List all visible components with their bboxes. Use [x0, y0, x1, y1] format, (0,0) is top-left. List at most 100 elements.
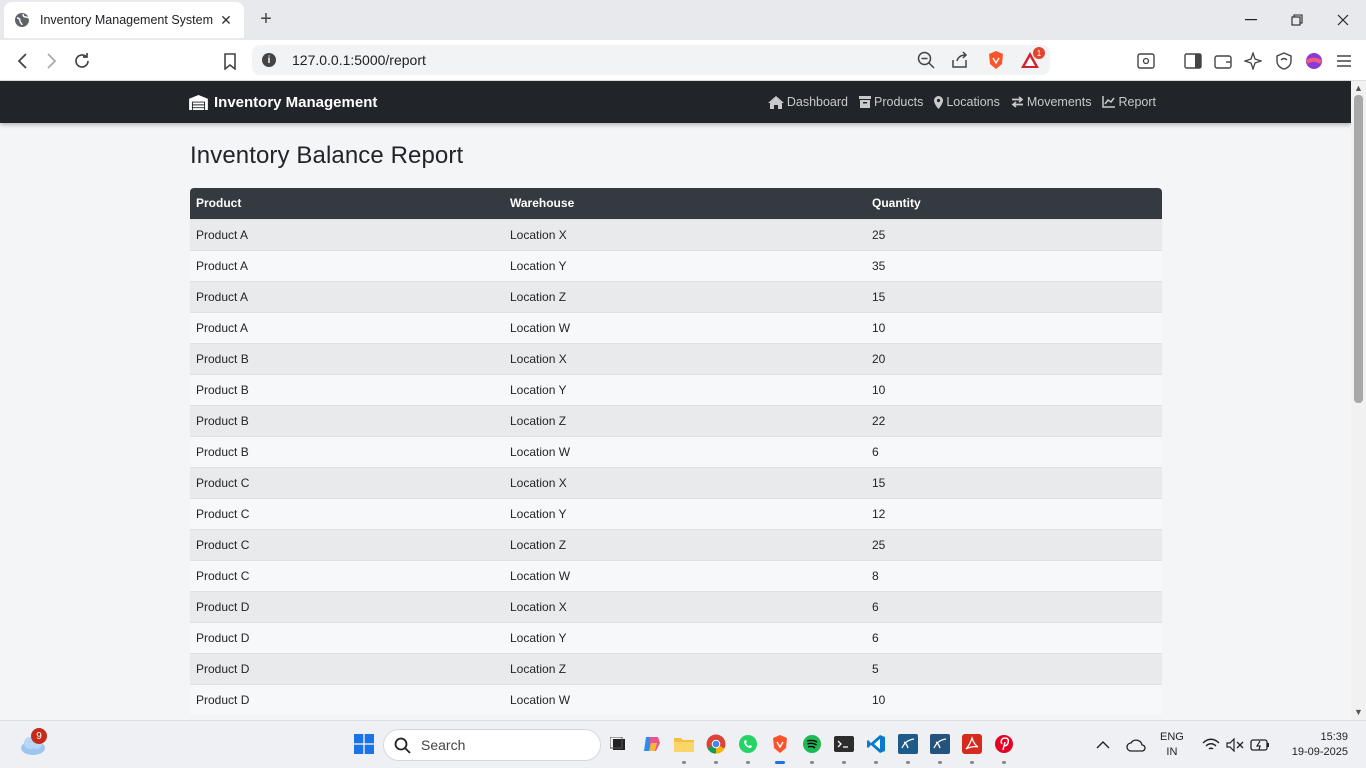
nav-locations-label: Locations	[946, 95, 1000, 109]
page-scrollbar[interactable]: ▲ ▼	[1351, 81, 1366, 720]
nav-movements[interactable]: Movements	[1011, 95, 1092, 109]
new-tab-button[interactable]: +	[256, 9, 276, 30]
zoom-out-icon[interactable]	[916, 50, 936, 70]
table-row: Product D Location Y6	[190, 621, 1162, 653]
column-header-product: Product	[190, 188, 504, 219]
search-icon	[394, 737, 411, 754]
nav-products[interactable]: Products	[859, 95, 923, 109]
vscode-icon[interactable]	[865, 733, 887, 755]
copilot-icon[interactable]	[641, 733, 663, 755]
menu-icon[interactable]	[1333, 50, 1355, 72]
running-indicator	[874, 761, 878, 764]
reader-mode-icon[interactable]	[1135, 50, 1157, 72]
leo-ai-icon[interactable]	[1242, 50, 1264, 72]
table-row: Product C Location W8	[190, 559, 1162, 591]
spotify-icon[interactable]	[801, 733, 823, 755]
cell-product: Product B	[190, 373, 504, 405]
table-header-row: Product Warehouse Quantity	[190, 188, 1162, 219]
profile-avatar-icon[interactable]	[1303, 50, 1325, 72]
cell-warehouse: Location Z	[504, 652, 866, 684]
language-indicator[interactable]: ENG IN	[1160, 730, 1184, 760]
address-bar[interactable]: i 127.0.0.1:5000/report 1	[252, 45, 1050, 75]
brave-shields-icon[interactable]	[986, 50, 1006, 70]
scroll-up-arrow-icon[interactable]: ▲	[1354, 84, 1363, 93]
running-indicator	[746, 761, 750, 764]
nav-dashboard[interactable]: Dashboard	[767, 95, 848, 109]
cell-product: Product D	[190, 683, 504, 715]
table-row: Product A Location X 25	[190, 218, 1162, 250]
pinterest-icon[interactable]	[993, 733, 1015, 755]
cell-quantity: 22	[866, 404, 1162, 436]
task-view-icon[interactable]	[607, 733, 629, 755]
volume-muted-icon[interactable]	[1226, 721, 1244, 768]
cell-product: Product C	[190, 466, 504, 498]
battery-charging-icon[interactable]	[1250, 721, 1270, 768]
cell-warehouse: Location Y	[504, 497, 866, 529]
table-row: Product B Location Z 22	[190, 404, 1162, 436]
navbar-brand[interactable]: Inventory Management	[189, 81, 377, 123]
running-indicator	[714, 761, 718, 764]
cell-quantity: 25	[866, 218, 1162, 250]
column-header-warehouse: Warehouse	[504, 188, 866, 219]
close-window-icon[interactable]	[1320, 0, 1366, 40]
home-icon	[767, 95, 784, 109]
nav-products-label: Products	[874, 95, 924, 109]
chart-line-icon	[1102, 96, 1116, 108]
reload-icon[interactable]	[71, 50, 93, 72]
chrome-icon[interactable]	[705, 733, 727, 755]
nav-links: Dashboard Products Locations Movements R…	[757, 81, 1156, 123]
browser-tab-active[interactable]: Inventory Management System ✕	[4, 2, 244, 38]
terminal-icon[interactable]	[833, 733, 855, 755]
nav-report[interactable]: Report	[1102, 95, 1156, 109]
mysql-workbench-icon[interactable]	[897, 733, 919, 755]
cell-quantity: 10	[866, 683, 1162, 715]
taskbar-clock[interactable]: 15:39 19-09-2025	[1282, 730, 1348, 760]
cell-warehouse: Location Z	[504, 404, 866, 436]
mysql-workbench-2-icon[interactable]	[929, 733, 951, 755]
nav-locations[interactable]: Locations	[934, 95, 1000, 109]
share-icon[interactable]	[950, 50, 970, 70]
bookmark-icon[interactable]	[219, 50, 241, 72]
cell-quantity: 35	[866, 249, 1162, 281]
cell-quantity: 15	[866, 466, 1162, 498]
file-explorer-icon[interactable]	[673, 733, 695, 755]
close-tab-icon[interactable]: ✕	[218, 12, 234, 28]
restore-icon[interactable]	[1274, 0, 1320, 40]
cell-warehouse: Location W	[504, 311, 866, 343]
site-info-icon[interactable]: i	[262, 53, 276, 67]
cell-warehouse: Location Y	[504, 249, 866, 281]
wallet-icon[interactable]	[1212, 50, 1234, 72]
whatsapp-icon[interactable]	[737, 733, 759, 755]
nav-movements-label: Movements	[1026, 95, 1092, 109]
back-icon[interactable]	[11, 50, 33, 72]
sidebar-icon[interactable]	[1182, 50, 1204, 72]
cell-warehouse: Location X	[504, 218, 866, 250]
browser-toolbar: i 127.0.0.1:5000/report 1	[0, 40, 1366, 81]
running-indicator	[1002, 761, 1006, 764]
taskbar-search[interactable]: Search	[383, 729, 601, 761]
cell-quantity: 10	[866, 311, 1162, 343]
table-row: Product A Location W 10	[190, 311, 1162, 343]
running-indicator	[842, 761, 846, 764]
cell-product: Product D	[190, 652, 504, 684]
windows-start-icon[interactable]	[353, 733, 375, 755]
vpn-icon[interactable]	[1273, 50, 1295, 72]
show-hidden-icons-chevron-icon[interactable]	[1096, 721, 1110, 768]
table-row: Product C Location Y 12	[190, 497, 1162, 529]
cell-quantity: 12	[866, 497, 1162, 529]
running-indicator	[810, 761, 814, 764]
cell-warehouse: Location W	[504, 435, 866, 467]
onedrive-cloud-icon[interactable]	[1126, 721, 1146, 768]
scrollbar-thumb[interactable]	[1354, 95, 1363, 403]
brave-browser-icon[interactable]	[769, 733, 791, 755]
cell-product: Product A	[190, 249, 504, 281]
url-text: 127.0.0.1:5000/report	[292, 52, 426, 68]
cell-quantity: 6	[866, 435, 1162, 467]
scroll-down-arrow-icon[interactable]: ▼	[1354, 708, 1363, 717]
minimize-icon[interactable]	[1228, 0, 1274, 40]
wifi-icon[interactable]	[1202, 721, 1220, 768]
cell-quantity: 25	[866, 528, 1162, 560]
acrobat-icon[interactable]	[961, 733, 983, 755]
forward-icon[interactable]	[41, 50, 63, 72]
cell-warehouse: Location W	[504, 559, 866, 591]
